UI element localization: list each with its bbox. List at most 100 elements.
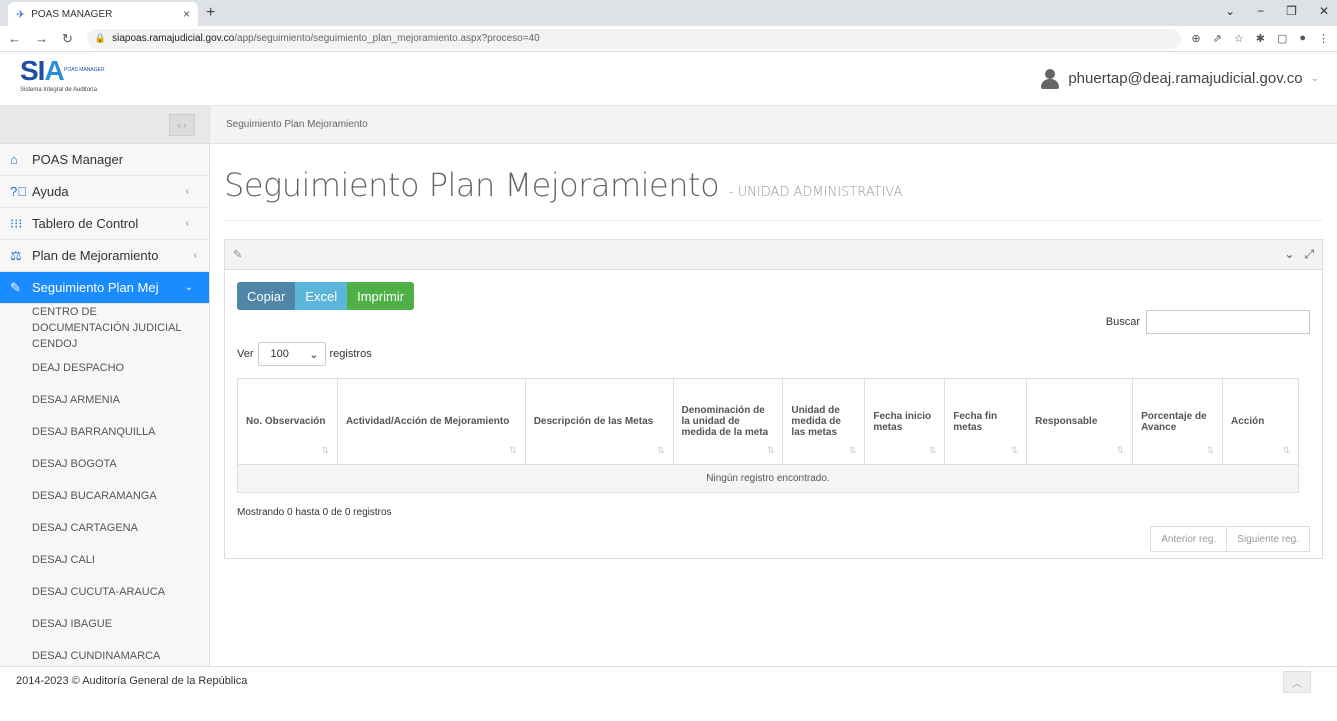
- help-icon: ?⃝: [10, 184, 27, 199]
- tab-search-icon[interactable]: ⌄: [1225, 4, 1235, 18]
- column-header[interactable]: Denominación de la unidad de medida de l…: [672, 378, 784, 465]
- profile-icon[interactable]: ●: [1299, 32, 1306, 45]
- sidebar-item-poas-manager[interactable]: ⌂ POAS Manager: [0, 144, 209, 176]
- sidebar-item-tablero[interactable]: ⁝⁝⁝ Tablero de Control ‹: [0, 208, 209, 240]
- close-tab-icon[interactable]: ×: [183, 7, 190, 21]
- page-subtitle: - UNIDAD ADMINISTRATIVA: [728, 185, 903, 200]
- sia-logo[interactable]: SIA POAS MANAGER Sistema Integral de Aud…: [20, 54, 110, 101]
- grid-icon: ⁝⁝⁝: [10, 215, 23, 231]
- collapse-icon[interactable]: ⌄: [1284, 247, 1294, 262]
- search-input[interactable]: [1146, 310, 1310, 334]
- sort-icon: ⇅: [928, 445, 937, 455]
- scale-icon: ⚖: [10, 247, 22, 263]
- browser-tab[interactable]: ✈ POAS MANAGER ×: [8, 2, 198, 26]
- column-header[interactable]: Actividad/Acción de Mejoramiento ⇅: [336, 378, 526, 465]
- home-icon: ⌂: [10, 152, 18, 167]
- sidebar-item-label: Ayuda: [32, 184, 69, 199]
- length-value: 100: [270, 348, 289, 360]
- sidebar: ‹ › ⌂ POAS Manager ?⃝ Ayuda ‹ ⁝⁝⁝ Tabler…: [0, 106, 210, 666]
- sidebar-sub-item[interactable]: DESAJ BARRANQUILLA: [0, 416, 209, 448]
- sidebar-toggle-bar: ‹ ›: [0, 106, 209, 144]
- app-header: SIA POAS MANAGER Sistema Integral de Aud…: [0, 52, 1337, 106]
- table-info: Mostrando 0 hasta 0 de 0 registros: [237, 507, 392, 518]
- table-search: Buscar: [1106, 310, 1310, 334]
- column-header[interactable]: Fecha inicio metas ⇅: [864, 378, 946, 465]
- length-select[interactable]: 100 ⌄: [257, 342, 326, 366]
- search-label: Buscar: [1105, 316, 1140, 328]
- new-tab-icon[interactable]: +: [206, 4, 215, 22]
- logo-text-b: A: [44, 54, 64, 86]
- url-field[interactable]: 🔒 siapoas.ramajudicial.gov.co/app/seguim…: [86, 28, 1182, 49]
- address-bar: ← → ↻ 🔒 siapoas.ramajudicial.gov.co/app/…: [0, 26, 1337, 52]
- prev-page-button[interactable]: Anterior reg.: [1150, 526, 1228, 552]
- sidebar-sub-item[interactable]: DESAJ CARTAGENA: [0, 512, 209, 544]
- sort-icon: ⇅: [656, 445, 665, 455]
- pagination: Anterior reg. Siguiente reg.: [1150, 526, 1310, 552]
- sort-icon: ⇅: [321, 445, 329, 455]
- sidebar-item-ayuda[interactable]: ?⃝ Ayuda ‹: [0, 176, 209, 208]
- sort-icon: ⇅: [766, 445, 775, 455]
- column-header[interactable]: Unidad de medida de las metas ⇅: [782, 378, 866, 465]
- footer-text: 2014-2023 © Auditoría General de la Repú…: [16, 675, 248, 687]
- page-length: Ver 100 ⌄ registros: [237, 342, 1310, 366]
- sidebar-sub-item[interactable]: DESAJ IBAGUE: [0, 608, 209, 640]
- pencil-icon: ✎: [233, 249, 243, 261]
- forward-icon[interactable]: →: [35, 31, 48, 47]
- share-icon[interactable]: ⇗: [1213, 32, 1222, 45]
- chevron-down-icon: ⌄: [1310, 73, 1319, 84]
- sidebar-item-label: POAS Manager: [32, 152, 124, 167]
- copy-button[interactable]: Copiar: [237, 282, 296, 310]
- user-menu[interactable]: phuertap@deaj.ramajudicial.gov.co ⌄: [1040, 68, 1319, 89]
- page-title: Seguimiento Plan Mejoramiento - UNIDAD A…: [224, 166, 1323, 221]
- main-content: Seguimiento Plan Mejoramiento Seguimient…: [210, 106, 1337, 666]
- back-icon[interactable]: ←: [8, 31, 21, 47]
- column-header[interactable]: Fecha fin metas ⇅: [944, 378, 1028, 465]
- sort-icon: ⇅: [1282, 445, 1290, 455]
- menu-icon[interactable]: ⋮: [1318, 32, 1329, 45]
- sidebar-sub-item[interactable]: DESAJ BOGOTA: [0, 448, 209, 480]
- sidebar-item-seguimiento[interactable]: ✎ Seguimiento Plan Mej ⌄: [0, 272, 209, 304]
- column-header[interactable]: Responsable ⇅: [1026, 378, 1134, 465]
- sidebar-item-label: Tablero de Control: [32, 216, 139, 231]
- url-host: siapoas.ramajudicial.gov.co: [112, 33, 235, 44]
- sidebar-sub-item[interactable]: DESAJ ARMENIA: [0, 384, 209, 416]
- sidebar-item-label: Seguimiento Plan Mej: [32, 280, 159, 295]
- chevron-left-icon: ‹: [185, 218, 189, 229]
- browser-tabbar: ✈ POAS MANAGER × + ⌄ − ❐ ✕: [0, 0, 1337, 26]
- table-row: Ningún registro encontrado.: [237, 464, 1299, 493]
- chevron-down-icon: ⌄: [184, 282, 193, 293]
- print-button[interactable]: Imprimir: [347, 282, 415, 310]
- empty-message: Ningún registro encontrado.: [237, 464, 1299, 493]
- column-header[interactable]: Descripción de las Metas ⇅: [524, 378, 674, 465]
- lock-icon: 🔒: [94, 33, 107, 43]
- sidebar-collapse-button[interactable]: ‹ ›: [169, 113, 195, 136]
- zoom-icon[interactable]: ⊕: [1191, 32, 1200, 45]
- excel-button[interactable]: Excel: [295, 282, 348, 310]
- sort-icon: ⇅: [1010, 445, 1019, 455]
- sidebar-item-plan-mejoramiento[interactable]: ⚖ Plan de Mejoramiento ‹: [0, 240, 209, 272]
- sidepanel-icon[interactable]: ▢: [1277, 32, 1287, 45]
- minimize-icon[interactable]: −: [1257, 4, 1264, 18]
- column-header[interactable]: No. Observación ⇅: [237, 378, 338, 465]
- reload-icon[interactable]: ↻: [62, 31, 73, 47]
- user-email: phuertap@deaj.ramajudicial.gov.co: [1068, 70, 1303, 87]
- sidebar-sub-item[interactable]: DESAJ BUCARAMANGA: [0, 480, 209, 512]
- restore-icon[interactable]: ❐: [1286, 4, 1297, 18]
- favicon-icon: ✈: [16, 8, 26, 21]
- sidebar-sub-item[interactable]: DESAJ CUCUTA-ARAUCA: [0, 576, 209, 608]
- next-page-button[interactable]: Siguiente reg.: [1227, 526, 1310, 552]
- column-header[interactable]: Porcentaje de Avance ⇅: [1132, 378, 1223, 465]
- bookmark-star-icon[interactable]: ☆: [1234, 32, 1244, 45]
- sidebar-sub-item[interactable]: DEAJ DESPACHO: [0, 352, 209, 384]
- sidebar-sub-item[interactable]: CENTRO DE DOCUMENTACIÓN JUDICIAL CENDOJ: [0, 304, 209, 352]
- sidebar-sub-item[interactable]: DESAJ CALI: [0, 544, 209, 576]
- chevron-down-icon: ⌄: [309, 348, 319, 361]
- window-controls: ⌄ − ❐ ✕: [1225, 4, 1329, 18]
- scroll-top-button[interactable]: ︿: [1283, 671, 1311, 693]
- logo-subtitle: Sistema Integral de Auditoría: [20, 86, 98, 93]
- column-header[interactable]: Acción ⇅: [1222, 378, 1299, 465]
- extensions-icon[interactable]: ✱: [1256, 32, 1265, 45]
- breadcrumb: Seguimiento Plan Mejoramiento: [210, 106, 1337, 144]
- expand-icon[interactable]: ⤢: [1304, 247, 1314, 262]
- close-window-icon[interactable]: ✕: [1319, 4, 1329, 18]
